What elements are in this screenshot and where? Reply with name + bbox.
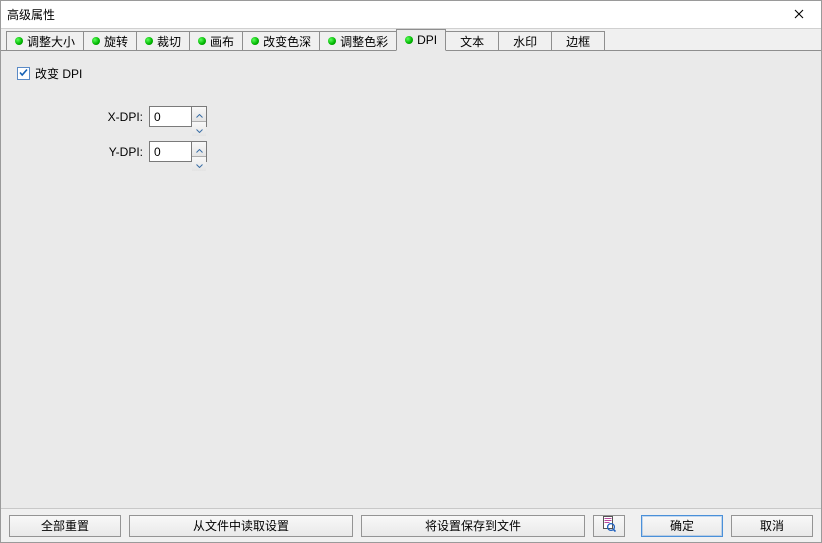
dpi-panel: 改变 DPI X-DPI: Y-D xyxy=(1,51,821,508)
tab-crop[interactable]: 裁切 xyxy=(136,31,190,51)
x-dpi-spin-up[interactable] xyxy=(192,107,206,122)
y-dpi-input[interactable] xyxy=(149,141,191,162)
chevron-up-icon xyxy=(196,107,203,121)
y-dpi-spinner xyxy=(149,141,207,162)
x-dpi-input[interactable] xyxy=(149,106,191,127)
y-dpi-label: Y-DPI: xyxy=(99,145,149,159)
cancel-button[interactable]: 取消 xyxy=(731,515,813,537)
status-dot-icon xyxy=(198,37,206,45)
status-dot-icon xyxy=(145,37,153,45)
tab-resize[interactable]: 调整大小 xyxy=(6,31,84,51)
chevron-down-icon xyxy=(196,122,203,136)
tab-label: 裁切 xyxy=(157,33,181,50)
x-dpi-spin-buttons xyxy=(191,106,207,127)
x-dpi-row: X-DPI: xyxy=(99,106,809,127)
advanced-properties-dialog: 高级属性 调整大小 旋转 裁切 画布 改变色深 xyxy=(0,0,822,543)
tab-label: 旋转 xyxy=(104,33,128,50)
close-button[interactable] xyxy=(776,1,821,29)
x-dpi-spinner xyxy=(149,106,207,127)
tab-label: 画布 xyxy=(210,33,234,50)
y-dpi-spin-buttons xyxy=(191,141,207,162)
close-icon xyxy=(794,8,804,22)
status-dot-icon xyxy=(328,37,336,45)
checkmark-icon xyxy=(18,67,29,81)
tab-strip: 调整大小 旋转 裁切 画布 改变色深 调整色彩 DPI 文本 xyxy=(1,29,821,51)
tab-dpi[interactable]: DPI xyxy=(396,29,446,51)
y-dpi-spin-down[interactable] xyxy=(192,157,206,171)
tab-rotate[interactable]: 旋转 xyxy=(83,31,137,51)
dpi-fields: X-DPI: Y-DPI: xyxy=(99,106,809,162)
chevron-up-icon xyxy=(196,142,203,156)
reset-all-button[interactable]: 全部重置 xyxy=(9,515,121,537)
tab-adjust-color[interactable]: 调整色彩 xyxy=(319,31,397,51)
tab-label: 水印 xyxy=(513,33,537,50)
dialog-title: 高级属性 xyxy=(1,6,55,23)
dialog-button-bar: 全部重置 从文件中读取设置 将设置保存到文件 确定 取消 xyxy=(1,508,821,542)
change-dpi-row: 改变 DPI xyxy=(17,65,809,82)
tab-canvas[interactable]: 画布 xyxy=(189,31,243,51)
tab-label: 文本 xyxy=(460,33,484,50)
tab-color-depth[interactable]: 改变色深 xyxy=(242,31,320,51)
load-settings-button[interactable]: 从文件中读取设置 xyxy=(129,515,353,537)
tab-text[interactable]: 文本 xyxy=(445,31,499,51)
status-dot-icon xyxy=(92,37,100,45)
x-dpi-spin-down[interactable] xyxy=(192,122,206,136)
tab-label: 调整色彩 xyxy=(340,33,388,50)
tab-label: 边框 xyxy=(566,33,590,50)
chevron-down-icon xyxy=(196,157,203,171)
tab-label: DPI xyxy=(417,33,437,47)
save-settings-button[interactable]: 将设置保存到文件 xyxy=(361,515,585,537)
x-dpi-label: X-DPI: xyxy=(99,110,149,124)
title-bar: 高级属性 xyxy=(1,1,821,29)
preview-button[interactable] xyxy=(593,515,625,537)
tab-label: 调整大小 xyxy=(27,33,75,50)
status-dot-icon xyxy=(405,36,413,44)
change-dpi-label: 改变 DPI xyxy=(35,65,82,82)
tab-label: 改变色深 xyxy=(263,33,311,50)
status-dot-icon xyxy=(251,37,259,45)
tab-watermark[interactable]: 水印 xyxy=(498,31,552,51)
y-dpi-row: Y-DPI: xyxy=(99,141,809,162)
ok-button[interactable]: 确定 xyxy=(641,515,723,537)
tab-border[interactable]: 边框 xyxy=(551,31,605,51)
y-dpi-spin-up[interactable] xyxy=(192,142,206,157)
status-dot-icon xyxy=(15,37,23,45)
preview-icon xyxy=(602,516,616,535)
change-dpi-checkbox[interactable] xyxy=(17,67,30,80)
